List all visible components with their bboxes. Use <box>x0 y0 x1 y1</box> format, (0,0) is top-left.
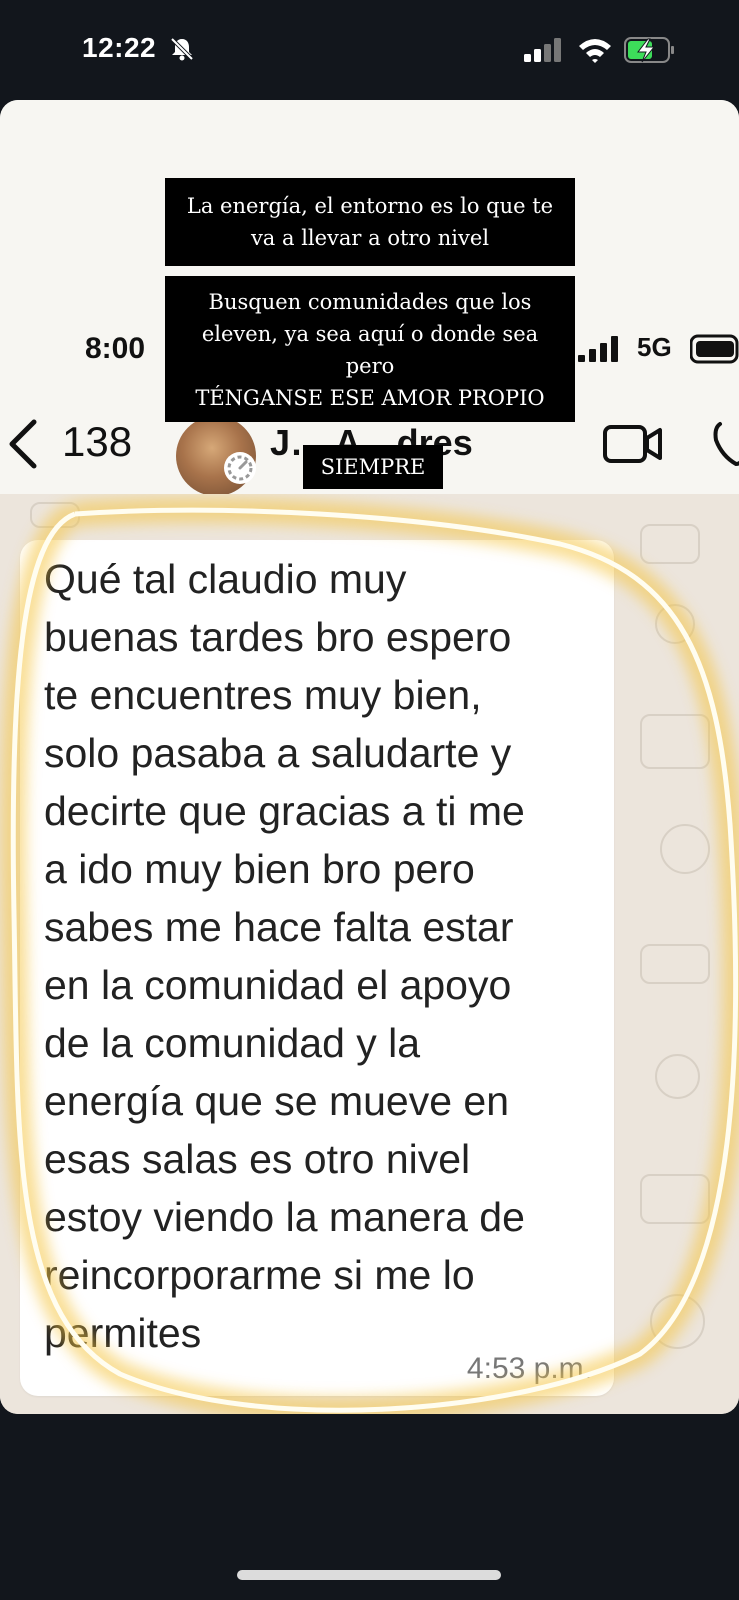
message-line: esas salas es otro nivel <box>44 1136 471 1182</box>
cellular-signal-icon <box>578 336 618 362</box>
caption-line: va a llevar a otro nivel <box>250 226 490 250</box>
status-time: 12:22 <box>82 32 157 63</box>
status-bar: 12:22 <box>0 0 739 100</box>
cellular-signal-icon <box>524 38 561 62</box>
message-timestamp: 4:53 p.m. <box>466 1352 592 1385</box>
message-line: reincorporarme si me lo <box>44 1252 475 1298</box>
caption-line: Busquen comunidades que los <box>208 290 532 314</box>
message-line: estoy viendo la manera de <box>44 1194 525 1240</box>
home-indicator[interactable] <box>237 1570 501 1580</box>
message-line: solo pasaba a saludarte y <box>44 730 512 776</box>
message-line: te encuentres muy bien, <box>44 672 482 718</box>
phone-icon[interactable] <box>712 418 739 468</box>
network-type: 5G <box>637 332 672 362</box>
message-line: energía que se mueve en <box>44 1078 509 1124</box>
story-caption: La energía, el entorno es lo que te va a… <box>165 178 575 266</box>
battery-icon <box>690 334 739 364</box>
message-text: Qué tal claudio muy buenas tardes bro es… <box>44 550 604 1362</box>
caption-line: pero <box>345 354 395 378</box>
bell-slash-icon <box>170 37 194 61</box>
message-line: Qué tal claudio muy <box>44 556 407 602</box>
message-line: de la comunidad y la <box>44 1020 421 1066</box>
message-line: buenas tardes bro espero <box>44 614 512 660</box>
story-caption: SIEMPRE <box>303 445 443 489</box>
story-caption: Busquen comunidades que los eleven, ya s… <box>165 276 575 422</box>
wifi-icon <box>579 39 611 63</box>
back-arrow-icon[interactable] <box>4 418 40 470</box>
message-line: a ido muy bien bro pero <box>44 846 475 892</box>
message-bubble[interactable]: Qué tal claudio muy buenas tardes bro es… <box>20 540 614 1396</box>
unread-count[interactable]: 138 <box>62 418 132 466</box>
message-line: en la comunidad el apoyo <box>44 962 512 1008</box>
caption-line: TÉNGANSE ESE AMOR PROPIO <box>195 386 545 410</box>
battery-charging-icon <box>624 37 674 63</box>
story-card: 8:00 5G 138 J… A…dres Qué tal claudio mu… <box>0 100 739 1414</box>
video-call-icon[interactable] <box>602 422 664 466</box>
caption-line: eleven, ya sea aquí o donde sea <box>201 322 539 346</box>
inner-status-time: 8:00 <box>85 332 146 365</box>
message-line: decirte que gracias a ti me <box>44 788 525 834</box>
caption-line: La energía, el entorno es lo que te <box>186 194 554 218</box>
message-line: sabes me hace falta estar <box>44 904 514 950</box>
status-ring-icon <box>224 452 256 484</box>
